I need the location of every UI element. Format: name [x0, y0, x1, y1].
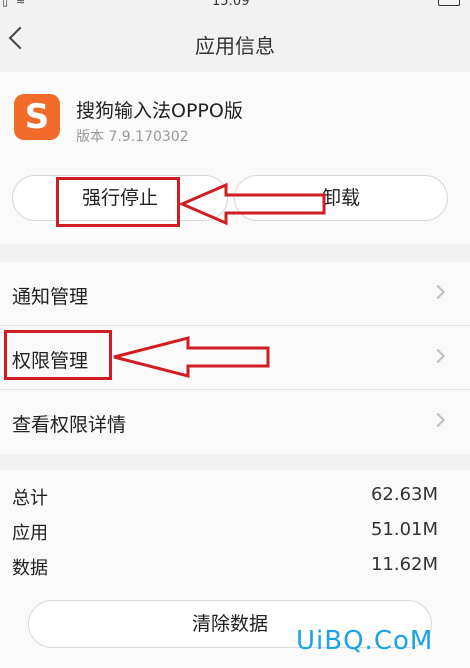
chevron-right-icon: [430, 284, 446, 300]
storage-key: 总计: [12, 488, 48, 509]
storage-value: 11.62M: [370, 554, 438, 575]
chevron-right-icon: [430, 348, 446, 364]
status-bar: ▯ ≈ 15:09: [0, 0, 470, 14]
storage-row-data: 数据 11.62M: [0, 550, 470, 580]
storage-row-app: 应用 51.01M: [0, 515, 470, 545]
status-time: 15:09: [212, 0, 250, 9]
list-item-notification-management[interactable]: 通知管理: [0, 262, 470, 326]
annotation-arrow-permission-management: [113, 336, 270, 378]
storage-key: 应用: [12, 523, 48, 544]
app-name: 搜狗输入法OPPO版: [76, 100, 243, 122]
list-item-label: 查看权限详情: [12, 414, 127, 436]
storage-row-total: 总计 62.63M: [0, 480, 470, 510]
storage-value: 51.01M: [370, 519, 438, 540]
annotation-box-permission-management: [4, 330, 112, 380]
signal-icon: ▯: [2, 0, 9, 8]
annotation-arrow-force-stop: [180, 182, 326, 226]
app-header: 应用信息: [0, 14, 470, 72]
watermark-text: UiBQ.CoM: [296, 626, 434, 656]
list-item-permission-details[interactable]: 查看权限详情: [0, 390, 470, 454]
storage-key: 数据: [12, 558, 48, 579]
chevron-right-icon: [430, 412, 446, 428]
app-version: 版本 7.9.170302: [76, 129, 189, 145]
wifi-icon: ≈: [16, 0, 26, 8]
annotation-box-force-stop: [56, 177, 180, 227]
page-title: 应用信息: [195, 34, 275, 58]
list-item-label: 通知管理: [12, 286, 89, 308]
battery-icon: [438, 0, 460, 6]
storage-value: 62.63M: [370, 484, 438, 505]
sogou-app-icon: S: [14, 94, 60, 140]
